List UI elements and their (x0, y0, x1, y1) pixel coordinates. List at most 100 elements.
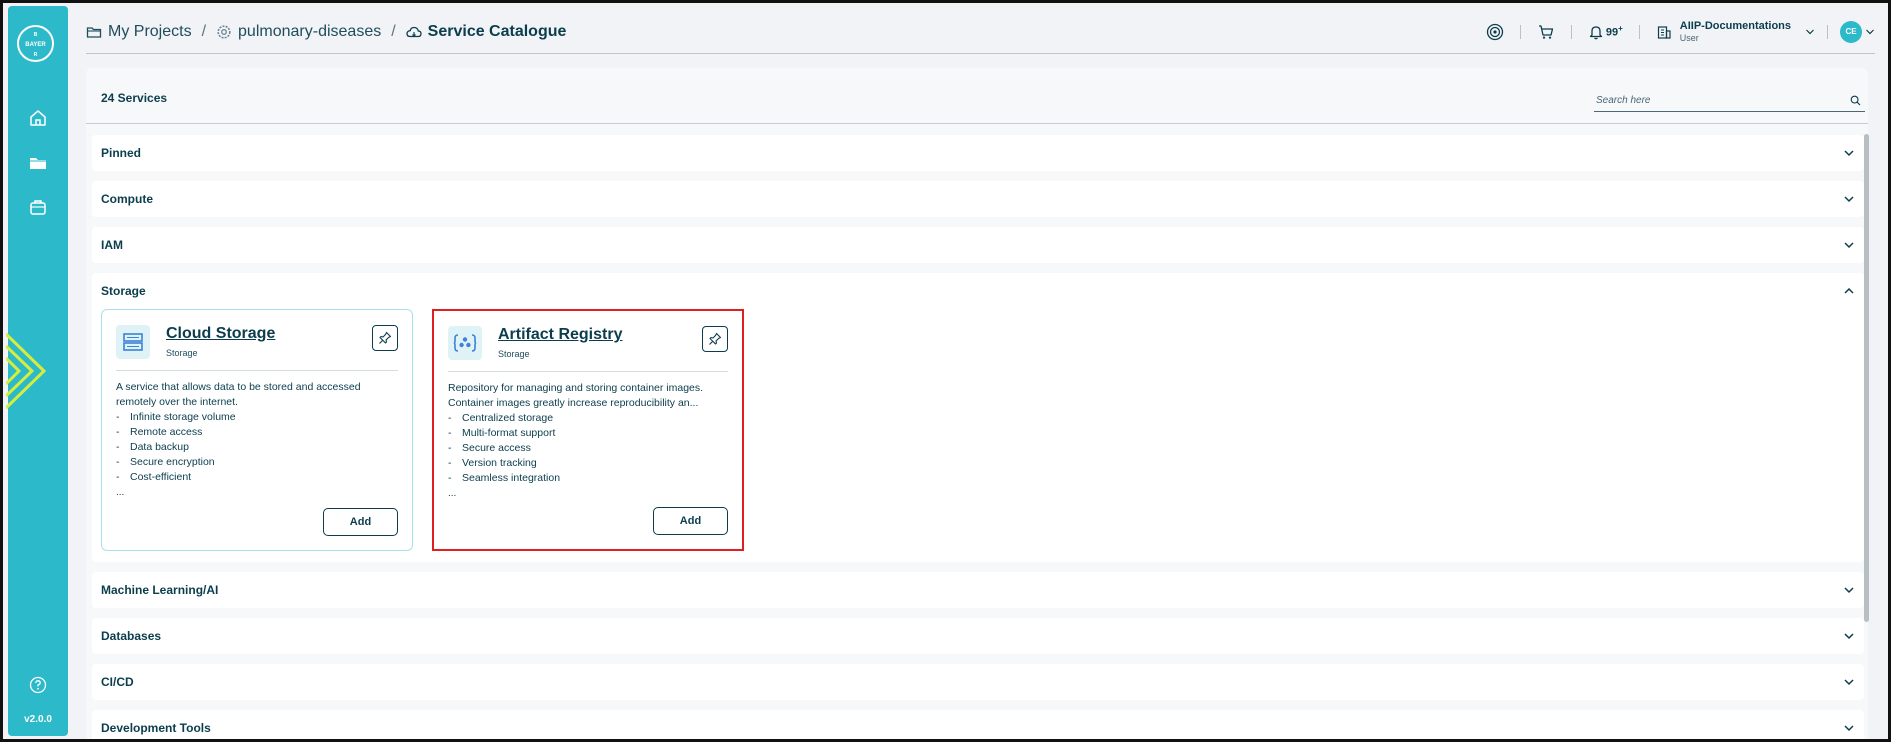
section-title: IAM (101, 238, 123, 252)
svg-text:BAYER: BAYER (25, 42, 46, 48)
brand-chevrons-icon (6, 332, 47, 410)
notifications-button[interactable]: 99+ (1588, 24, 1623, 40)
folder-icon (86, 26, 102, 38)
chevron-down-icon (1844, 679, 1854, 686)
section-title: Machine Learning/AI (101, 583, 219, 597)
service-card-cloud-storage: Cloud Storage Storage A service that all… (101, 309, 413, 551)
breadcrumb: My Projects / pulmonary-diseases / Servi… (86, 23, 566, 41)
organization-name: AIIP-Documentations (1679, 19, 1791, 32)
folder-icon[interactable] (28, 153, 48, 173)
feature-item: - Remote access (116, 426, 203, 438)
search-box (1594, 90, 1865, 112)
section-header[interactable]: CI/CD (92, 664, 1864, 700)
app-version: v2.0.0 (24, 714, 52, 725)
feature-item: - Seamless integration (448, 472, 561, 484)
section-ci-cd: CI/CD (92, 664, 1864, 700)
pin-button[interactable] (372, 325, 398, 351)
section-title: Compute (101, 192, 153, 206)
organization-selector[interactable]: AIIP-Documentations User (1656, 20, 1815, 44)
cart-icon[interactable] (1537, 23, 1555, 41)
feature-list: - Infinite storage volume - Remote access … (116, 410, 398, 485)
service-card-artifact-registry: Artifact Registry Storage Repository for… (432, 309, 744, 551)
feature-item: - Data backup (116, 441, 189, 453)
svg-text:B: B (34, 32, 38, 38)
breadcrumb-my-projects[interactable]: My Projects (86, 23, 192, 41)
cloud-icon (406, 26, 422, 37)
pin-icon (709, 332, 722, 345)
user-menu[interactable]: CE (1840, 20, 1875, 43)
building-icon (1657, 25, 1671, 39)
section-header[interactable]: Compute (92, 181, 1864, 217)
section-title: CI/CD (101, 675, 134, 689)
chevron-down-icon (1844, 633, 1854, 640)
feature-item: - Centralized storage (448, 412, 554, 424)
section-storage: Storage Cloud Storage Storage A service … (92, 273, 1864, 562)
card-title[interactable]: Artifact Registry (498, 326, 622, 344)
section-title: Development Tools (101, 721, 211, 735)
section-compute: Compute (92, 181, 1864, 217)
avatar: CE (1840, 20, 1862, 43)
pin-button[interactable] (702, 326, 728, 352)
bayer-logo[interactable]: BAYER B R (17, 25, 54, 62)
breadcrumb-service-catalogue: Service Catalogue (406, 23, 566, 41)
section-header[interactable]: Databases (92, 618, 1864, 654)
search-icon[interactable] (1850, 95, 1861, 106)
chevron-up-icon (1844, 287, 1854, 294)
svg-text:R: R (34, 52, 38, 58)
chevron-down-icon (1806, 29, 1814, 34)
artifact-registry-icon (448, 326, 482, 360)
section-header[interactable]: Storage (92, 273, 1864, 309)
feature-item: - Multi-format support (448, 427, 556, 439)
feature-item: - Version tracking (448, 457, 537, 469)
bayer-cross-icon: BAYER B R (25, 32, 46, 58)
add-button[interactable]: Add (323, 508, 398, 536)
chevron-down-icon (1844, 725, 1854, 732)
section-pinned: Pinned (92, 135, 1864, 171)
section-title: Storage (101, 284, 146, 298)
breadcrumb-separator: / (201, 22, 207, 40)
section-development-tools: Development Tools (92, 710, 1864, 742)
pin-icon (379, 331, 392, 344)
section-title: Databases (101, 629, 162, 643)
chevron-down-icon (1844, 196, 1854, 203)
feature-item: - Infinite storage volume (116, 411, 236, 423)
notifications-count: 99+ (1605, 24, 1623, 39)
help-icon[interactable] (29, 676, 47, 694)
home-icon[interactable] (28, 108, 48, 128)
service-catalogue-panel: 24 Services Pinned Compute IAM Storage (86, 68, 1869, 742)
section-header[interactable]: IAM (92, 227, 1864, 263)
bell-icon (1589, 25, 1602, 39)
more-indicator: ... (448, 488, 457, 499)
card-title[interactable]: Cloud Storage (166, 325, 275, 343)
card-category: Storage (166, 348, 198, 358)
chevron-down-icon (1844, 242, 1854, 249)
breadcrumb-project[interactable]: pulmonary-diseases (216, 23, 381, 41)
chevron-down-icon (1844, 587, 1854, 594)
card-description: Repository for managing and storing cont… (448, 382, 704, 409)
organization-role: User (1679, 32, 1699, 43)
top-header: My Projects / pulmonary-diseases / Servi… (86, 10, 1875, 54)
breadcrumb-separator: / (391, 22, 396, 40)
scrollbar[interactable] (1864, 134, 1869, 622)
section-header[interactable]: Machine Learning/AI (92, 572, 1864, 608)
section-databases: Databases (92, 618, 1864, 654)
feature-item: - Secure encryption (116, 456, 215, 468)
target-icon[interactable] (1486, 23, 1504, 41)
card-category: Storage (498, 349, 530, 359)
chevron-down-icon (1844, 150, 1854, 157)
gear-icon (217, 24, 231, 39)
search-input[interactable] (1594, 95, 1850, 106)
section-iam: IAM (92, 227, 1864, 263)
sidebar: BAYER B R v2.0.0 (6, 6, 68, 736)
feature-item: - Cost-efficient (116, 471, 192, 483)
section-header[interactable]: Development Tools (92, 710, 1864, 742)
card-description: A service that allows data to be stored … (116, 381, 361, 408)
bag-icon[interactable] (28, 197, 48, 217)
services-count: 24 Services (101, 91, 168, 105)
chevron-down-icon (1866, 29, 1874, 34)
add-button[interactable]: Add (653, 507, 728, 535)
breadcrumb-label: pulmonary-diseases (238, 22, 382, 40)
section-header[interactable]: Pinned (92, 135, 1864, 171)
more-indicator: ... (116, 487, 125, 498)
breadcrumb-label: My Projects (108, 22, 192, 40)
